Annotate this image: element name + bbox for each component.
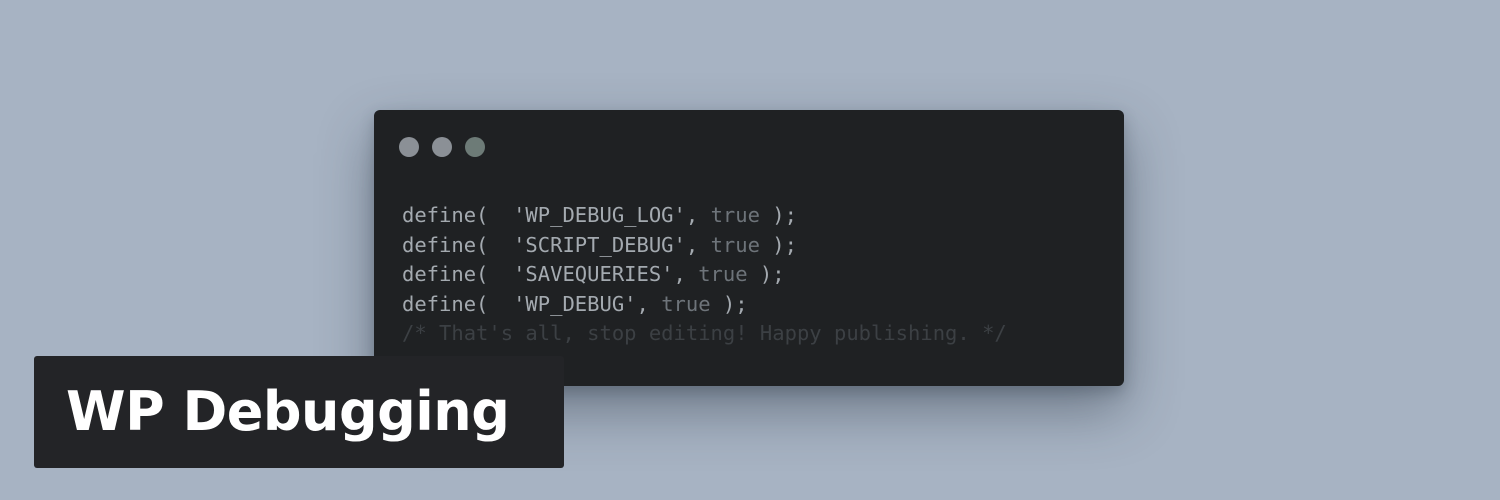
code-block: define( 'WP_DEBUG_LOG', true ); define( '… — [402, 201, 1007, 349]
code-keyword: true — [710, 232, 760, 257]
minimize-dot-icon — [432, 137, 452, 157]
code-text: define( 'SAVEQUERIES', — [402, 262, 699, 287]
code-keyword: true — [661, 291, 711, 316]
code-keyword: true — [710, 203, 760, 227]
code-text: ); — [759, 232, 797, 257]
code-text: ); — [710, 291, 748, 316]
page-title: WP Debugging — [66, 380, 510, 443]
code-text: define( 'WP_DEBUG_LOG', — [402, 203, 711, 227]
code-line: define( 'SAVEQUERIES', true ); — [402, 260, 1007, 290]
close-dot-icon — [399, 137, 419, 157]
window-controls — [399, 137, 485, 157]
code-comment: /* That's all, stop editing! Happy publi… — [402, 321, 1007, 346]
code-editor-window: define( 'WP_DEBUG_LOG', true ); define( '… — [374, 110, 1124, 386]
code-line: define( 'WP_DEBUG_LOG', true ); — [402, 201, 1007, 231]
code-text: define( 'WP_DEBUG', — [402, 291, 662, 316]
title-banner: WP Debugging — [34, 356, 564, 468]
code-keyword: true — [698, 262, 748, 287]
code-text: ); — [747, 262, 785, 287]
maximize-dot-icon — [465, 137, 485, 157]
code-text: define( 'SCRIPT_DEBUG', — [402, 232, 711, 257]
code-line: define( 'WP_DEBUG', true ); — [402, 290, 1007, 320]
code-line: define( 'SCRIPT_DEBUG', true ); — [402, 231, 1007, 261]
code-text: ); — [759, 203, 797, 227]
